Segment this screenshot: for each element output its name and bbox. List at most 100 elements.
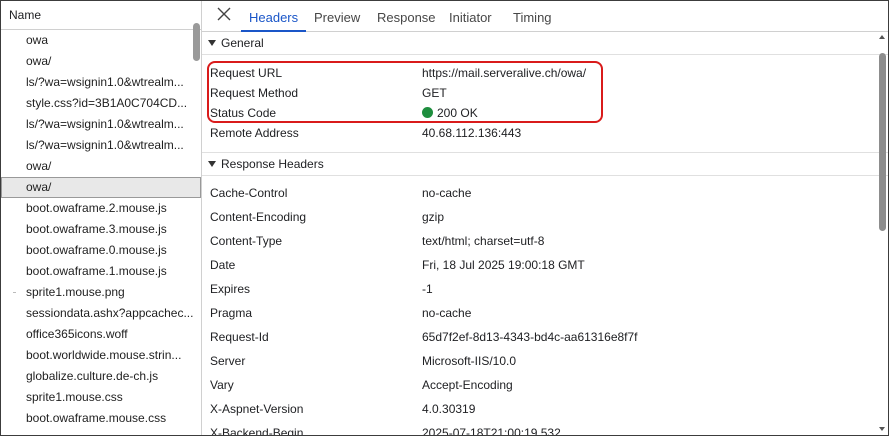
- request-name: boot.owaframe.2.mouse.js: [26, 201, 167, 215]
- request-item[interactable]: owa/: [1, 156, 201, 177]
- request-list-scrollbar[interactable]: [193, 23, 200, 61]
- header-key: Date: [210, 258, 236, 272]
- devtools-network-panel: Name owa owa/ ls/?wa=wsignin1.0&wtrealm.…: [0, 0, 889, 436]
- header-value: no-cache: [422, 306, 472, 320]
- tab-headers[interactable]: Headers: [240, 1, 307, 32]
- request-item[interactable]: boot.owaframe.1.mouse.js: [1, 261, 201, 282]
- request-item[interactable]: sprite1.mouse.png: [1, 282, 201, 303]
- scroll-down-arrow-icon[interactable]: [879, 427, 885, 431]
- header-key: Cache-Control: [210, 186, 288, 200]
- request-name: ls/?wa=wsignin1.0&wtrealm...: [26, 138, 184, 152]
- request-item[interactable]: sessiondata.ashx?appcachec...: [1, 303, 201, 324]
- tab-response[interactable]: Response: [377, 1, 436, 31]
- details-scrollbar-thumb[interactable]: [879, 53, 886, 231]
- request-item[interactable]: ls/?wa=wsignin1.0&wtrealm...: [1, 72, 201, 93]
- highlight-annotation: [207, 61, 603, 123]
- request-name: owa/: [26, 180, 52, 194]
- header-value: no-cache: [422, 186, 472, 200]
- details-tab-bar: Headers Preview Response Initiator Timin…: [202, 1, 888, 32]
- tab-initiator[interactable]: Initiator: [449, 1, 492, 31]
- request-item[interactable]: boot.owaframe.3.mouse.js: [1, 219, 201, 240]
- request-name: boot.owaframe.mouse.css: [26, 411, 167, 425]
- header-value: 2025-07-18T21:00:19.532: [422, 426, 561, 436]
- request-details-pane: Headers Preview Response Initiator Timin…: [202, 1, 888, 435]
- header-row: Cache-Control no-cache: [202, 181, 888, 205]
- header-value: 4.0.30319: [422, 402, 476, 416]
- request-item[interactable]: boot.owaframe.2.mouse.js: [1, 198, 201, 219]
- header-key: Expires: [210, 282, 251, 296]
- header-key: Content-Encoding: [210, 210, 307, 224]
- header-row: Vary Accept-Encoding: [202, 373, 888, 397]
- header-key: Remote Address: [210, 126, 299, 140]
- header-value: -1: [422, 282, 433, 296]
- header-row: Date Fri, 18 Jul 2025 19:00:18 GMT: [202, 253, 888, 277]
- request-item-selected[interactable]: owa/: [1, 177, 201, 198]
- header-value: Fri, 18 Jul 2025 19:00:18 GMT: [422, 258, 585, 272]
- header-row: Content-Encoding gzip: [202, 205, 888, 229]
- header-row: X-Aspnet-Version 4.0.30319: [202, 397, 888, 421]
- header-key: Content-Type: [210, 234, 283, 248]
- name-column-header[interactable]: Name: [1, 1, 201, 30]
- request-list: owa owa/ ls/?wa=wsignin1.0&wtrealm... st…: [1, 30, 201, 435]
- request-name: ls/?wa=wsignin1.0&wtrealm...: [26, 117, 184, 131]
- header-value: 40.68.112.136:443: [422, 126, 522, 140]
- response-headers-section-header[interactable]: Response Headers: [202, 152, 888, 176]
- header-key: X-Aspnet-Version: [210, 402, 304, 416]
- header-value: Accept-Encoding: [422, 378, 513, 392]
- request-name: style.css?id=3B1A0C704CD...: [26, 96, 188, 110]
- request-name: sprite1.mouse.css: [26, 390, 123, 404]
- tab-preview[interactable]: Preview: [314, 1, 360, 31]
- request-item[interactable]: boot.worldwide.mouse.strin...: [1, 345, 201, 366]
- request-item[interactable]: boot.owaframe.mouse.css: [1, 408, 201, 429]
- header-value: Microsoft-IIS/10.0: [422, 354, 517, 368]
- header-key: Request-Id: [210, 330, 269, 344]
- details-scrollbar[interactable]: [876, 31, 888, 435]
- header-row: Content-Type text/html; charset=utf-8: [202, 229, 888, 253]
- tab-timing[interactable]: Timing: [513, 1, 552, 31]
- request-name: sprite1.mouse.png: [26, 285, 125, 299]
- request-item[interactable]: ls/?wa=wsignin1.0&wtrealm...: [1, 114, 201, 135]
- request-item[interactable]: boot.owaframe.0.mouse.js: [1, 240, 201, 261]
- request-name: sessiondata.ashx?appcachec...: [26, 306, 194, 320]
- request-item[interactable]: [1, 429, 201, 435]
- header-row: Expires -1: [202, 277, 888, 301]
- request-item[interactable]: globalize.culture.de-ch.js: [1, 366, 201, 387]
- header-row: Server Microsoft-IIS/10.0: [202, 349, 888, 373]
- header-row: X-Backend-Begin 2025-07-18T21:00:19.532: [202, 421, 888, 436]
- request-name: boot.owaframe.3.mouse.js: [26, 222, 167, 236]
- scroll-up-arrow-icon[interactable]: [879, 35, 885, 39]
- header-value: gzip: [422, 210, 445, 224]
- image-icon: [13, 292, 16, 293]
- request-name: boot.worldwide.mouse.strin...: [26, 348, 182, 362]
- request-name: owa/: [26, 159, 52, 173]
- triangle-down-icon: [208, 161, 216, 167]
- request-name: office365icons.woff: [26, 327, 128, 341]
- request-item[interactable]: style.css?id=3B1A0C704CD...: [1, 93, 201, 114]
- request-name: owa/: [26, 54, 52, 68]
- request-item[interactable]: owa: [1, 30, 201, 51]
- header-row: Pragma no-cache: [202, 301, 888, 325]
- triangle-down-icon: [208, 40, 216, 46]
- general-section-header[interactable]: General: [202, 32, 888, 55]
- request-item[interactable]: owa/: [1, 51, 201, 72]
- header-key: Vary: [210, 378, 234, 392]
- request-item[interactable]: sprite1.mouse.css: [1, 387, 201, 408]
- request-item[interactable]: office365icons.woff: [1, 324, 201, 345]
- header-key: Server: [210, 354, 246, 368]
- response-headers-section-body: Cache-Control no-cache Content-Encoding gz…: [202, 176, 888, 436]
- section-title: General: [221, 36, 264, 50]
- header-value: 65d7f2ef-8d13-4343-bd4c-aa61316e8f7f: [422, 330, 638, 344]
- request-list-pane: Name owa owa/ ls/?wa=wsignin1.0&wtrealm.…: [1, 1, 202, 435]
- close-icon[interactable]: [216, 6, 232, 22]
- request-name: ls/?wa=wsignin1.0&wtrealm...: [26, 75, 184, 89]
- section-title: Response Headers: [221, 157, 324, 171]
- header-row: Request-Id 65d7f2ef-8d13-4343-bd4c-aa6131…: [202, 325, 888, 349]
- request-item[interactable]: ls/?wa=wsignin1.0&wtrealm...: [1, 135, 201, 156]
- request-name: boot.owaframe.0.mouse.js: [26, 243, 167, 257]
- header-key: Pragma: [210, 306, 253, 320]
- header-key: X-Backend-Begin: [210, 426, 304, 436]
- request-name: boot.owaframe.1.mouse.js: [26, 264, 167, 278]
- header-row: Remote Address 40.68.112.136:443: [202, 123, 888, 143]
- request-name: owa: [26, 33, 49, 47]
- header-value: text/html; charset=utf-8: [422, 234, 545, 248]
